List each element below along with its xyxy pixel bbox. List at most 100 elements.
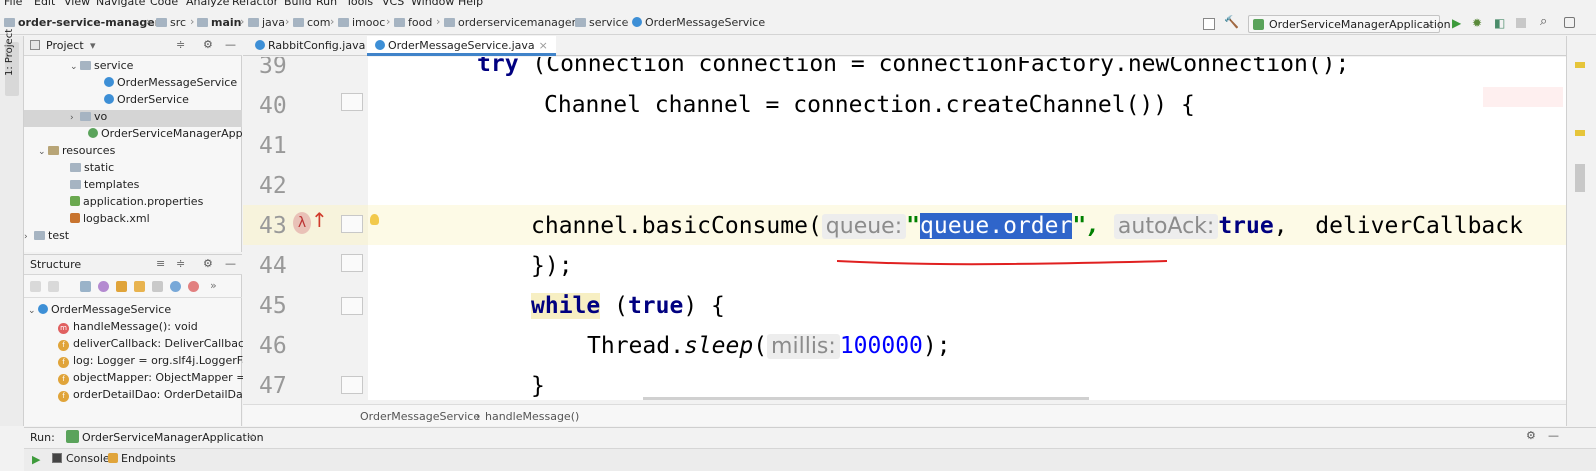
coverage-icon[interactable]: ◧ xyxy=(1494,16,1505,30)
stop-icon[interactable] xyxy=(1516,18,1526,28)
tree-item-application-properties[interactable]: application.properties xyxy=(70,193,203,210)
run-config-tab[interactable]: OrderServiceManagerApplication xyxy=(82,431,264,444)
project-structure-icon[interactable] xyxy=(1203,18,1215,30)
folder-icon xyxy=(338,18,349,27)
structure-member-deliver-callback[interactable]: f deliverCallback: DeliverCallback xyxy=(58,335,250,352)
structure-member-log[interactable]: f log: Logger = org.slf4j.LoggerFa xyxy=(58,352,249,369)
breadcrumb-food[interactable]: food xyxy=(394,16,432,29)
navigate-up-arrow-icon[interactable]: ↑ xyxy=(311,208,328,232)
menu-analyze[interactable]: Analyze xyxy=(186,0,229,8)
tree-item-application-class[interactable]: OrderServiceManagerApplica xyxy=(88,125,262,142)
tree-item-logback-xml[interactable]: logback.xml xyxy=(70,210,150,227)
breadcrumb-imooc[interactable]: imooc xyxy=(338,16,385,29)
menu-tools[interactable]: Tools xyxy=(346,0,373,8)
fold-marker[interactable] xyxy=(341,215,363,233)
breadcrumb-com[interactable]: com xyxy=(293,16,331,29)
expand-all-icon[interactable]: ≡ xyxy=(156,257,165,270)
menu-help[interactable]: Help xyxy=(458,0,483,8)
structure-member-order-detail-dao[interactable]: f orderDetailDao: OrderDetailDao xyxy=(58,386,249,403)
run-icon[interactable]: ▶ xyxy=(1452,16,1461,30)
tree-item-vo[interactable]: › vo xyxy=(70,108,107,125)
code-editor[interactable]: 39 40 41 42 43 44 45 46 47 λ ↑ try (Conn… xyxy=(243,57,1566,400)
field-icon: f xyxy=(58,391,69,402)
menu-vcs[interactable]: VCS xyxy=(382,0,404,8)
warning-marker[interactable] xyxy=(1575,130,1585,136)
tree-item-order-message-service[interactable]: OrderMessageService xyxy=(104,74,237,91)
gear-icon[interactable]: ⚙ xyxy=(203,38,213,51)
spring-icon xyxy=(1253,19,1264,30)
show-lambdas-icon[interactable] xyxy=(188,281,199,292)
editor-breadcrumb-class[interactable]: OrderMessageService xyxy=(360,410,480,423)
fold-marker[interactable] xyxy=(341,254,363,272)
debug-icon[interactable]: ✹ xyxy=(1472,16,1482,30)
lambda-icon[interactable]: λ xyxy=(293,212,311,234)
breadcrumb-service[interactable]: service xyxy=(575,16,628,29)
menu-refactor[interactable]: Refactor xyxy=(232,0,278,8)
filter-icon[interactable] xyxy=(152,281,163,292)
sort-visibility-icon[interactable] xyxy=(48,281,59,292)
breadcrumb-java[interactable]: java xyxy=(248,16,285,29)
tree-item-order-service[interactable]: OrderService xyxy=(104,91,189,108)
show-anonymous-icon[interactable] xyxy=(170,281,181,292)
warning-marker[interactable] xyxy=(1575,62,1585,68)
structure-member-handle-message[interactable]: m handleMessage(): void xyxy=(58,318,198,335)
fold-marker[interactable] xyxy=(341,297,363,315)
show-properties-icon[interactable] xyxy=(98,281,109,292)
breadcrumb-main[interactable]: main xyxy=(197,16,242,29)
menu-view[interactable]: View xyxy=(64,0,90,8)
breadcrumb-orderMessageService[interactable]: OrderMessageService xyxy=(632,16,765,29)
collapse-all-icon[interactable]: ≑ xyxy=(176,257,185,270)
menu-file[interactable]: File xyxy=(4,0,22,8)
menu-build[interactable]: Build xyxy=(284,0,312,8)
tree-item-static[interactable]: static xyxy=(70,159,114,176)
tree-item-service[interactable]: ⌄ service xyxy=(70,57,133,74)
tab-console[interactable]: Console xyxy=(66,452,110,465)
gear-icon[interactable]: ⚙ xyxy=(203,257,213,270)
show-fields-icon[interactable] xyxy=(116,281,127,292)
search-icon[interactable]: ⌕ xyxy=(1540,14,1547,29)
menu-run[interactable]: Run xyxy=(316,0,337,8)
gear-icon[interactable]: ⚙ xyxy=(1526,429,1536,442)
fold-marker[interactable] xyxy=(341,376,363,394)
settings-icon[interactable] xyxy=(1564,17,1575,28)
breadcrumb-src[interactable]: src xyxy=(156,16,186,29)
structure-root-class[interactable]: ⌄ OrderMessageService xyxy=(28,301,171,318)
show-inherited-icon[interactable] xyxy=(80,281,91,292)
chevron-down-icon[interactable]: ▾ xyxy=(90,39,96,52)
spring-icon xyxy=(66,430,79,443)
menu-window[interactable]: Window xyxy=(411,0,454,8)
menu-code[interactable]: Code xyxy=(150,0,178,8)
menu-edit[interactable]: Edit xyxy=(34,0,55,8)
menu-navigate[interactable]: Navigate xyxy=(96,0,145,8)
tab-order-message-service[interactable]: OrderMessageService.java × xyxy=(367,36,556,56)
rerun-icon[interactable]: ▶ xyxy=(32,453,40,466)
tab-endpoints[interactable]: Endpoints xyxy=(121,452,176,465)
structure-member-object-mapper[interactable]: f objectMapper: ObjectMapper = xyxy=(58,369,245,386)
tree-item-test[interactable]: › test xyxy=(24,227,69,244)
vertical-scrollbar[interactable] xyxy=(1575,164,1585,192)
run-configuration-select[interactable]: OrderServiceManagerApplication ⌄ xyxy=(1248,15,1451,33)
horizontal-scrollbar[interactable] xyxy=(643,397,1089,400)
hide-icon[interactable]: — xyxy=(1548,429,1559,442)
project-icon xyxy=(30,40,40,50)
tree-item-templates[interactable]: templates xyxy=(70,176,139,193)
sort-alpha-icon[interactable] xyxy=(30,281,41,292)
breadcrumb-project[interactable]: order-service-manager xyxy=(4,16,160,29)
close-icon[interactable]: × xyxy=(539,39,548,52)
lightbulb-icon[interactable] xyxy=(370,214,379,225)
more-icon[interactable]: » xyxy=(210,279,217,292)
hide-icon[interactable]: — xyxy=(225,257,236,270)
project-panel-title[interactable]: Project xyxy=(46,39,84,52)
hammer-icon[interactable]: 🔨 xyxy=(1224,15,1239,29)
chevron-down-icon: ⌄ xyxy=(70,62,78,72)
field-icon: f xyxy=(58,340,69,351)
breadcrumb-orderservicemanager[interactable]: orderservicemanager xyxy=(444,16,576,29)
tree-item-resources[interactable]: ⌄ resources xyxy=(38,142,115,159)
show-non-public-icon[interactable] xyxy=(134,281,145,292)
close-icon[interactable]: × xyxy=(246,430,255,443)
hide-icon[interactable]: — xyxy=(225,38,236,51)
collapse-all-icon[interactable]: ≑ xyxy=(176,38,185,51)
tab-rabbit-config[interactable]: RabbitConfig.java xyxy=(247,36,373,56)
fold-marker[interactable] xyxy=(341,93,363,111)
editor-breadcrumb-method[interactable]: handleMessage() xyxy=(485,410,579,423)
